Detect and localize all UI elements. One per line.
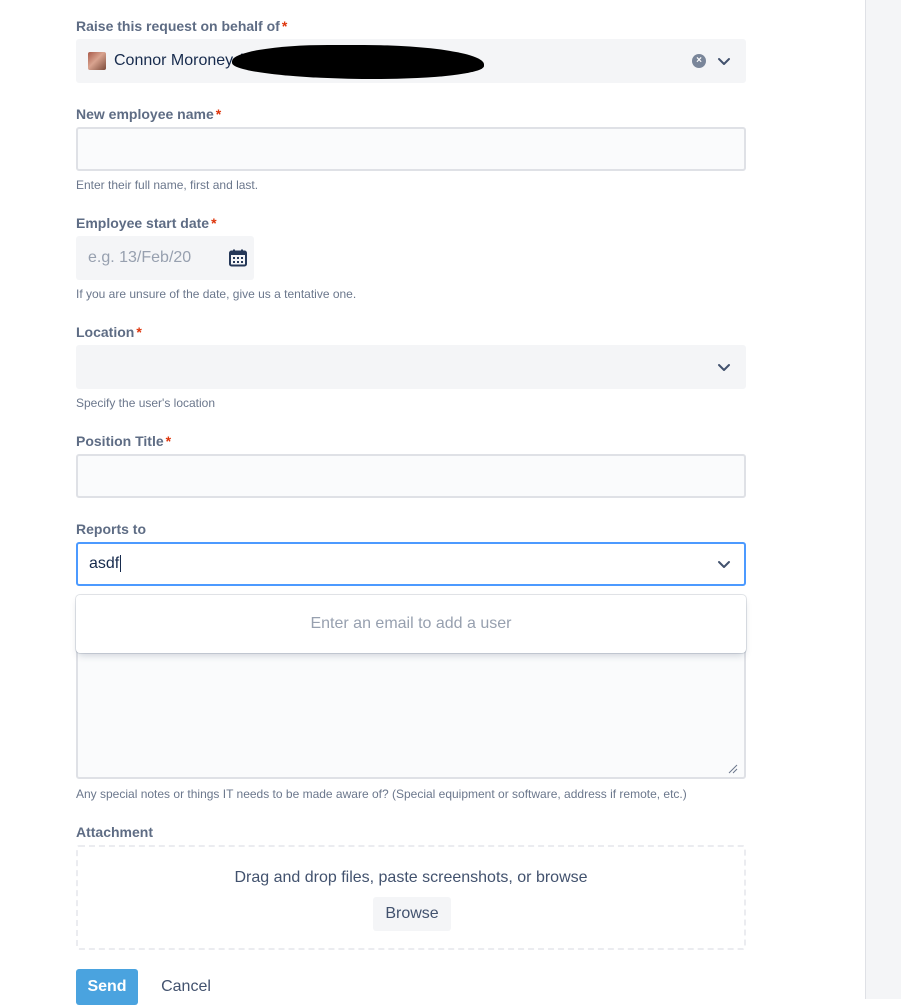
chevron-down-icon[interactable] bbox=[716, 359, 732, 375]
required-marker: * bbox=[211, 215, 217, 231]
send-button[interactable]: Send bbox=[76, 969, 138, 1005]
position-title-label: Position Title * bbox=[76, 433, 171, 449]
chevron-down-icon[interactable] bbox=[716, 556, 732, 572]
required-marker: * bbox=[281, 18, 288, 34]
start-date-picker[interactable]: e.g. 13/Feb/20 bbox=[76, 236, 254, 280]
attachment-label: Attachment bbox=[76, 824, 153, 840]
on-behalf-label: Raise this request on behalf of * bbox=[76, 18, 287, 34]
employee-name-input[interactable] bbox=[76, 127, 746, 171]
location-label-text: Location bbox=[76, 324, 135, 340]
notes-help: Any special notes or things IT needs to … bbox=[76, 787, 687, 801]
employee-name-label-text: New employee name bbox=[76, 106, 214, 122]
reports-to-value: asdf bbox=[89, 555, 120, 572]
location-label: Location * bbox=[76, 324, 142, 340]
start-date-placeholder: e.g. 13/Feb/20 bbox=[88, 249, 192, 266]
chevron-down-icon[interactable] bbox=[716, 53, 732, 69]
clear-icon[interactable]: × bbox=[692, 54, 706, 68]
start-date-label: Employee start date * bbox=[76, 215, 217, 231]
required-marker: * bbox=[215, 106, 222, 122]
reports-to-label: Reports to bbox=[76, 521, 146, 537]
employee-name-help: Enter their full name, first and last. bbox=[76, 178, 259, 192]
resize-handle-icon[interactable] bbox=[728, 761, 738, 774]
position-title-input[interactable] bbox=[76, 454, 746, 498]
on-behalf-label-text: Raise this request on behalf of bbox=[76, 18, 280, 34]
calendar-icon[interactable] bbox=[228, 248, 248, 268]
right-side-panel bbox=[865, 0, 901, 999]
attachment-dropzone[interactable]: Drag and drop files, paste screenshots, … bbox=[76, 845, 746, 950]
location-help: Specify the user's location bbox=[76, 396, 216, 410]
attachment-label-text: Attachment bbox=[76, 824, 154, 840]
location-select[interactable] bbox=[76, 345, 746, 389]
position-title-label-text: Position Title bbox=[76, 433, 164, 449]
start-date-help: If you are unsure of the date, give us a… bbox=[76, 287, 357, 301]
text-caret bbox=[120, 555, 122, 573]
dropzone-text: Drag and drop files, paste screenshots, … bbox=[234, 869, 588, 886]
reports-to-dropdown-menu: Enter an email to add a user bbox=[76, 595, 746, 653]
reports-to-input[interactable]: asdf bbox=[89, 555, 122, 573]
avatar bbox=[88, 52, 106, 70]
cancel-button[interactable]: Cancel bbox=[150, 969, 222, 1005]
reports-to-select[interactable]: asdf bbox=[76, 542, 746, 586]
reports-to-label-text: Reports to bbox=[76, 521, 146, 537]
required-marker: * bbox=[165, 433, 172, 449]
no-options-message: Enter an email to add a user bbox=[310, 615, 512, 632]
required-marker: * bbox=[136, 324, 142, 340]
employee-name-label: New employee name * bbox=[76, 106, 221, 122]
browse-button[interactable]: Browse bbox=[373, 897, 451, 931]
start-date-label-text: Employee start date bbox=[76, 215, 210, 231]
